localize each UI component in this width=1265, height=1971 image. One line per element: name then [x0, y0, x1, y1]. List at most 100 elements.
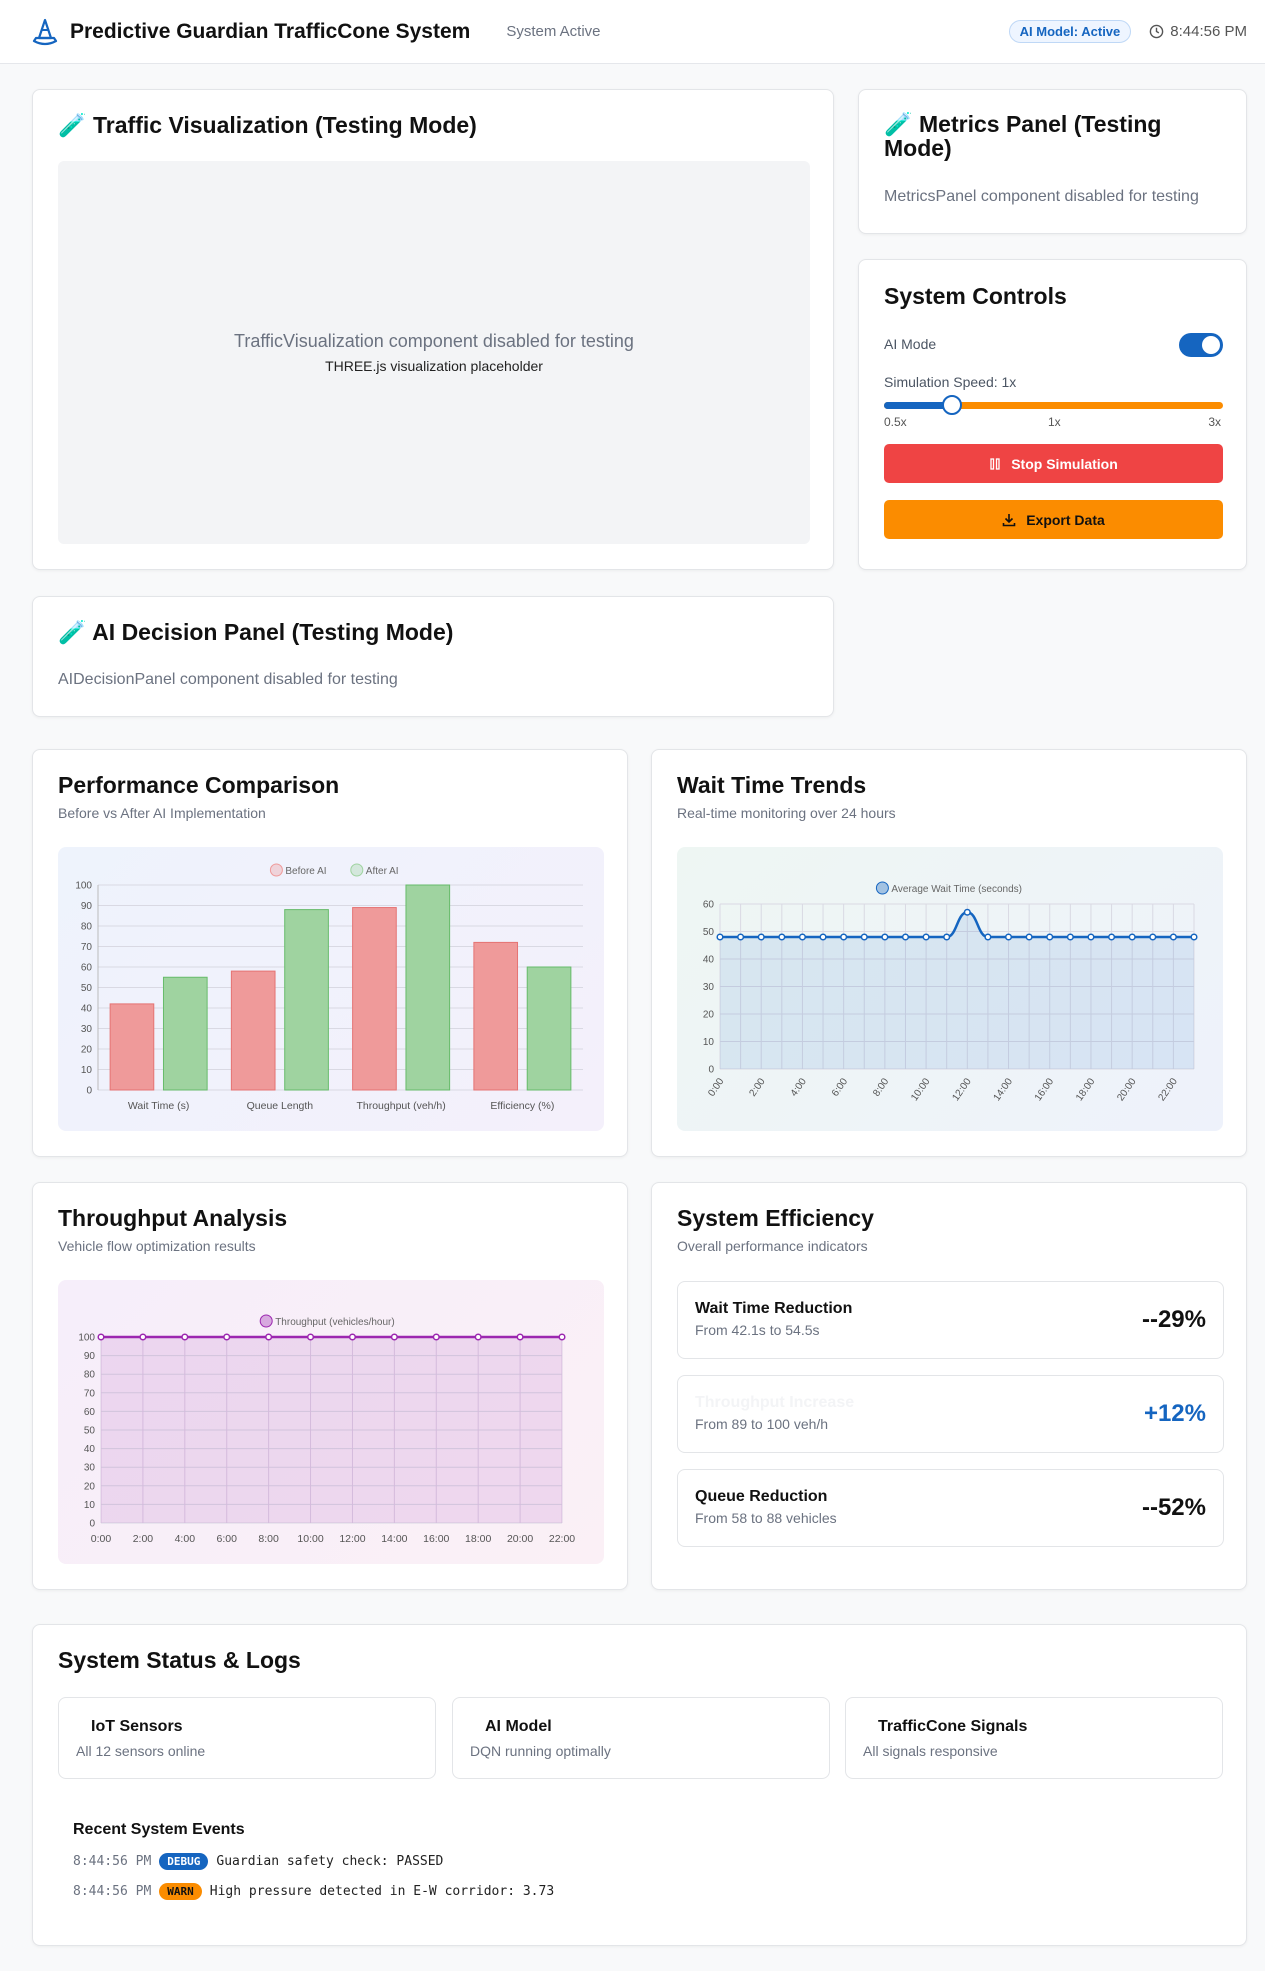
data-point	[390, 1333, 398, 1341]
data-point	[1087, 933, 1095, 941]
metrics-panel-title: 🧪 Metrics Panel (Testing Mode)	[884, 111, 1162, 161]
y-tick-label: 60	[703, 900, 715, 911]
data-point	[432, 1333, 440, 1341]
y-tick-label: 20	[84, 1481, 96, 1492]
data-point	[139, 1333, 147, 1341]
system-status-text: System Active	[506, 23, 601, 40]
app-header: Predictive Guardian TrafficCone System S…	[0, 0, 1265, 64]
y-tick-label: 0	[708, 1065, 714, 1076]
data-point	[901, 933, 910, 941]
y-tick-label: 0	[86, 1086, 92, 1097]
recent-events-title: Recent System Events	[73, 1821, 245, 1838]
status-iot-sensors: IoT Sensors All 12 sensors online	[58, 1697, 436, 1779]
y-tick-label: 40	[84, 1444, 96, 1455]
status-box-sub: All 12 sensors online	[76, 1743, 206, 1759]
x-tick-label: Queue Length	[247, 1100, 314, 1112]
x-tick-label: 16:00	[423, 1533, 449, 1545]
placeholder-sub-text: THREE.js visualization placeholder	[325, 358, 543, 374]
system-controls-title: System Controls	[884, 283, 1067, 309]
data-point	[516, 1333, 524, 1341]
bar	[526, 966, 572, 1091]
x-tick-label: 0:00	[91, 1533, 112, 1545]
header-clock: 8:44:56 PM	[1149, 23, 1247, 40]
stop-simulation-button[interactable]: Stop Simulation	[884, 444, 1223, 483]
data-point	[1046, 933, 1054, 941]
data-point	[819, 933, 827, 941]
efficiency-item-title: Wait Time Reduction	[695, 1300, 853, 1317]
log-entry: 8:44:56 PM WARN High pressure detected i…	[73, 1883, 554, 1900]
y-tick-label: 70	[84, 1388, 96, 1399]
legend-label: After AI	[366, 866, 399, 877]
bar	[352, 907, 397, 1091]
y-tick-label: 30	[81, 1024, 93, 1035]
traffic-visualization-placeholder: TrafficVisualization component disabled …	[58, 161, 810, 544]
data-point	[778, 933, 786, 941]
data-point	[798, 933, 806, 941]
throughput-line-chart: Throughput (vehicles/hour) 0 10 20 30 40 50 60 7…	[78, 1314, 575, 1545]
metrics-panel-card: 🧪 Metrics Panel (Testing Mode) MetricsPa…	[858, 89, 1247, 234]
ai-decision-panel-card: 🧪 AI Decision Panel (Testing Mode) AIDec…	[32, 596, 834, 717]
data-point	[181, 1333, 189, 1341]
throughput-chart-container: Throughput (vehicles/hour) 0 10 20 30 40 50 60 7…	[58, 1280, 604, 1564]
status-ai-model: AI Model DQN running optimally	[452, 1697, 830, 1779]
throughput-analysis-subtitle: Vehicle flow optimization results	[58, 1238, 256, 1254]
data-point	[1190, 933, 1198, 941]
traffic-cone-icon	[32, 18, 58, 45]
performance-comparison-subtitle: Before vs After AI Implementation	[58, 805, 266, 821]
slider-thumb[interactable]	[941, 395, 962, 415]
y-tick-label: 40	[703, 955, 715, 966]
y-tick-label: 70	[81, 942, 93, 953]
ai-mode-label: AI Mode	[884, 336, 937, 352]
performance-comparison-card: Performance Comparison Before vs After A…	[32, 749, 628, 1157]
log-timestamp: 8:44:56 PM	[73, 1854, 152, 1869]
x-tick-label: 20:00	[1115, 1076, 1139, 1103]
efficiency-item-throughput: Throughput Increase From 89 to 100 veh/h…	[677, 1375, 1224, 1453]
data-point	[97, 1333, 105, 1341]
data-point	[223, 1333, 231, 1341]
data-point	[716, 933, 724, 941]
y-tick-label: 90	[81, 901, 93, 912]
x-tick-label: 12:00	[950, 1076, 974, 1103]
ai-decision-panel-title: 🧪 AI Decision Panel (Testing Mode)	[58, 619, 454, 645]
x-tick-label: 6:00	[217, 1533, 238, 1545]
x-tick-label: 14:00	[381, 1533, 407, 1545]
series-area	[101, 1337, 562, 1523]
x-tick-label: 6:00	[830, 1076, 850, 1099]
log-level-badge: DEBUG	[159, 1853, 209, 1870]
data-point	[1128, 933, 1136, 941]
data-point	[306, 1333, 315, 1341]
export-data-label: Export Data	[1026, 511, 1105, 528]
performance-chart-container: Before AI After AI 0 10 20 30 40 50 60 70 80 90 100 W…	[58, 847, 604, 1131]
y-tick-label: 20	[703, 1010, 715, 1021]
y-tick-label: 60	[84, 1407, 96, 1418]
status-box-sub: DQN running optimally	[470, 1743, 611, 1759]
x-tick-label: 2:00	[747, 1076, 767, 1099]
wait-time-trends-title: Wait Time Trends	[677, 772, 867, 798]
simulation-speed-slider[interactable]	[884, 395, 1223, 415]
x-tick-label: 4:00	[789, 1076, 809, 1099]
export-data-button[interactable]: Export Data	[884, 500, 1223, 539]
ai-mode-toggle[interactable]	[1179, 333, 1223, 357]
metrics-panel-message: MetricsPanel component disabled for test…	[884, 188, 1199, 205]
system-efficiency-card: System Efficiency Overall performance in…	[651, 1182, 1247, 1590]
efficiency-item-queue: Queue Reduction From 58 to 88 vehicles -…	[677, 1469, 1224, 1547]
data-point	[348, 1333, 357, 1341]
wait-time-trends-subtitle: Real-time monitoring over 24 hours	[677, 805, 896, 821]
performance-comparison-title: Performance Comparison	[58, 772, 340, 798]
y-tick-label: 10	[81, 1065, 93, 1076]
clock-time: 8:44:56 PM	[1170, 23, 1247, 40]
x-tick-label: 12:00	[339, 1533, 365, 1545]
efficiency-item-sub: From 89 to 100 veh/h	[695, 1416, 829, 1432]
legend-swatch	[350, 863, 364, 877]
legend-swatch	[259, 1314, 273, 1328]
y-tick-label: 30	[703, 982, 715, 993]
efficiency-item-title: Queue Reduction	[695, 1488, 828, 1505]
data-point	[1025, 933, 1033, 941]
data-point	[1149, 933, 1157, 941]
log-level-badge: WARN	[159, 1883, 202, 1900]
y-tick-label: 20	[81, 1045, 93, 1056]
legend-swatch	[875, 881, 889, 895]
legend-label: Before AI	[285, 866, 326, 877]
status-box-title: IoT Sensors	[91, 1718, 183, 1735]
y-tick-label: 10	[84, 1500, 96, 1511]
